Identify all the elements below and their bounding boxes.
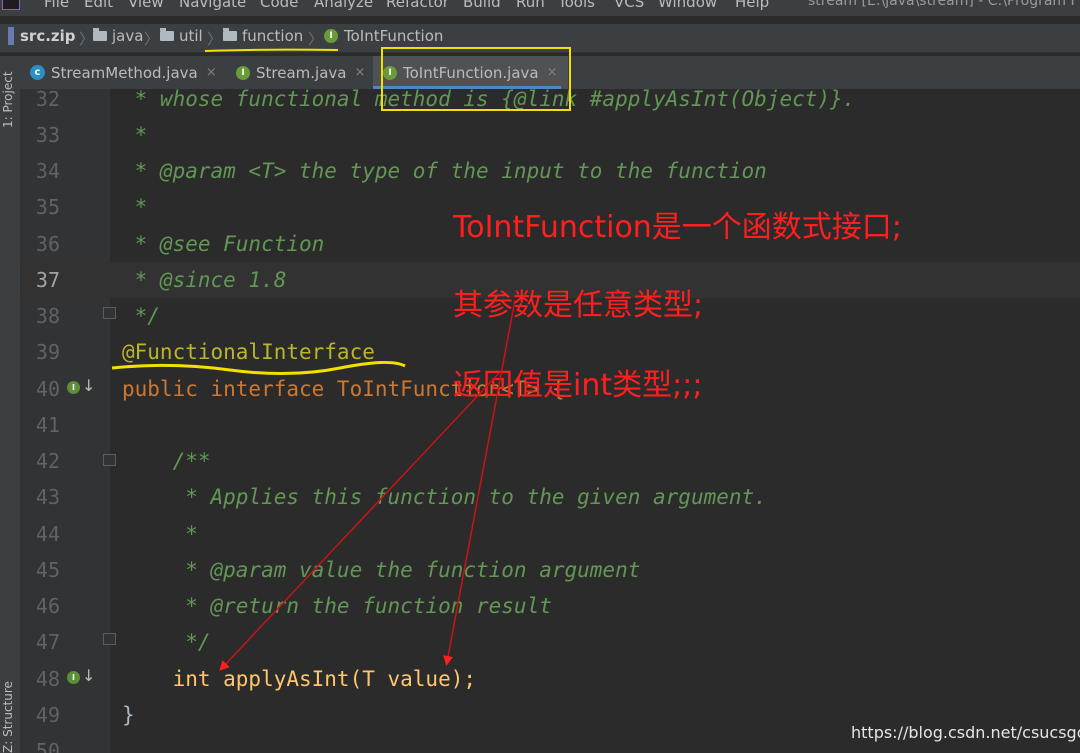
code-line: * @param value the function argument [122,558,641,582]
breadcrumb-item-tointfunction[interactable]: I ToIntFunction [324,27,443,45]
intellij-logo-icon [2,0,20,10]
code-line: int applyAsInt(T value); [122,667,477,691]
arrow-down-icon: ↓ [82,376,96,395]
fold-end-icon[interactable] [103,633,116,645]
close-icon[interactable]: × [206,65,217,80]
menu-vcs[interactable]: VCS [614,0,644,11]
breadcrumb-label: function [242,27,304,45]
code-line: /** [122,449,211,473]
menu-help[interactable]: Help [735,0,769,11]
fold-end-icon[interactable] [103,307,116,319]
line-number: 46 [35,594,60,618]
code-line: * @return the function result [122,594,552,618]
folder-icon [160,28,174,41]
folder-icon [223,28,237,41]
folder-icon [93,28,107,41]
menu-analyze[interactable]: Analyze [314,0,373,11]
line-number-current: 37 [35,268,60,292]
line-number: 40 [35,377,60,401]
breadcrumb-root-label: src.zip [20,27,76,45]
code-line: } [122,703,135,727]
code-line: * @see Function [122,232,325,256]
fold-start-icon[interactable] [103,454,116,466]
line-number: 44 [35,522,60,546]
line-number: 41 [35,413,60,437]
line-number: 45 [35,558,60,582]
annotation-functional-interface: ToIntFunction是一个函数式接口; [453,210,902,245]
code-line: * @since 1.8 [122,268,287,292]
line-number: 36 [35,232,60,256]
tab-highlight-box [381,47,571,111]
menu-run[interactable]: Run [516,0,545,11]
line-number: 42 [35,449,60,473]
menu-view[interactable]: View [128,0,164,11]
line-number: 47 [35,630,60,654]
menu-code[interactable]: Code [260,0,298,11]
code-line: */ [122,304,160,328]
left-tool-strip [0,56,20,753]
breadcrumb-item-util[interactable]: util [160,27,203,45]
line-number: 32 [35,87,60,111]
code-line: * [122,123,148,147]
chevron-right-icon: 〉 [79,30,95,48]
code-line: * Applies this function to the given arg… [122,485,767,509]
menu-bar: File Edit View Navigate Code Analyze Ref… [0,0,1080,16]
breadcrumb-label: util [179,27,203,45]
menu-window[interactable]: Window [658,0,717,11]
class-icon: c [30,65,45,80]
project-tool-window-tab[interactable]: 1: Project [1,71,15,128]
close-icon[interactable]: × [354,65,365,80]
menu-navigate[interactable]: Navigate [179,0,246,11]
line-number: 34 [35,159,60,183]
menu-tools[interactable]: Tools [558,0,595,11]
menu-refactor[interactable]: Refactor [386,0,449,11]
menu-file[interactable]: File [44,0,69,11]
code-line: * [122,195,148,219]
line-number: 35 [35,195,60,219]
annotation-return-type: 返回值是int类型;;; [453,368,703,403]
interface-icon: I [324,29,338,43]
code-line: */ [122,630,211,654]
breadcrumb-item-java[interactable]: java [93,27,143,45]
implemented-interface-icon[interactable]: I [67,381,80,394]
line-number: 50 [35,739,60,753]
annotation-param-type: 其参数是任意类型; [453,288,704,323]
archive-icon [8,27,14,45]
chevron-right-icon: 〉 [207,30,223,48]
interface-icon: I [236,65,250,80]
watermark: https://blog.csdn.net/csucsgoat [851,723,1080,742]
line-number: 48 [35,667,60,691]
window-title: stream [E:\java\stream] - C:\Program F [808,0,1079,9]
line-number: 39 [35,340,60,364]
breadcrumb-root[interactable]: src.zip [8,27,76,45]
line-number: 33 [35,123,60,147]
line-number: 38 [35,304,60,328]
line-number: 49 [35,703,60,727]
tab-label: Stream.java [256,63,347,82]
code-line: * [122,522,198,546]
chevron-right-icon: 〉 [308,30,324,48]
arrow-down-icon: ↓ [82,666,96,685]
chevron-right-icon: 〉 [144,30,160,48]
implemented-method-icon[interactable]: I [67,671,80,684]
tab-label: StreamMethod.java [51,63,198,82]
breadcrumb-label: java [112,27,144,45]
breadcrumb-item-function[interactable]: function [223,27,303,45]
menu-build[interactable]: Build [463,0,501,11]
line-number: 43 [35,485,60,509]
breadcrumb-label: ToIntFunction [344,27,444,45]
menu-edit[interactable]: Edit [84,0,113,11]
code-line: * @param <T> the type of the input to th… [122,159,767,183]
structure-tool-window-tab[interactable]: Z: Structure [1,681,15,753]
code-line: @FunctionalInterface [122,340,375,364]
